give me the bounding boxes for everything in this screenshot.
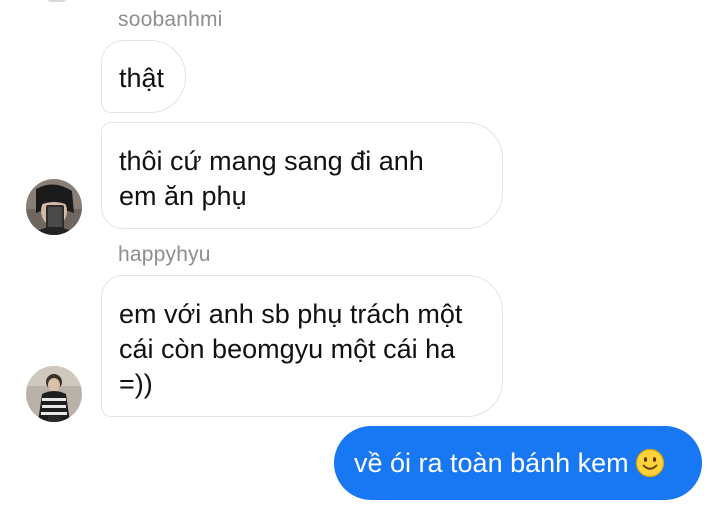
message-bubble-incoming[interactable]: em với anh sb phụ trách một cái còn beom… (101, 275, 503, 417)
sender-name-happyhyu: happyhyu (118, 243, 211, 266)
message-text: về ói ra toàn bánh kem (354, 448, 629, 478)
slightly-smiling-face-icon (635, 448, 665, 487)
sender-name-soobanhmi: soobanhmi (118, 8, 223, 31)
avatar-partial-top (46, 0, 68, 2)
message-bubble-outgoing[interactable]: về ói ra toàn bánh kem (334, 426, 702, 500)
avatar-soobanhmi[interactable] (26, 179, 82, 235)
message-text: em với anh sb phụ trách một cái còn beom… (119, 299, 463, 399)
message-text: thôi cứ mang sang đi anh em ăn phụ (119, 146, 424, 211)
avatar-photo-icon (26, 366, 82, 422)
message-bubble-incoming[interactable]: thật (101, 40, 186, 113)
message-bubble-incoming[interactable]: thôi cứ mang sang đi anh em ăn phụ (101, 122, 503, 229)
message-text: thật (119, 63, 165, 93)
avatar-photo-icon (26, 179, 82, 235)
avatar-happyhyu[interactable] (26, 366, 82, 422)
chat-thread: soobanhmi thật thôi cứ mang sang đi anh … (0, 0, 720, 508)
